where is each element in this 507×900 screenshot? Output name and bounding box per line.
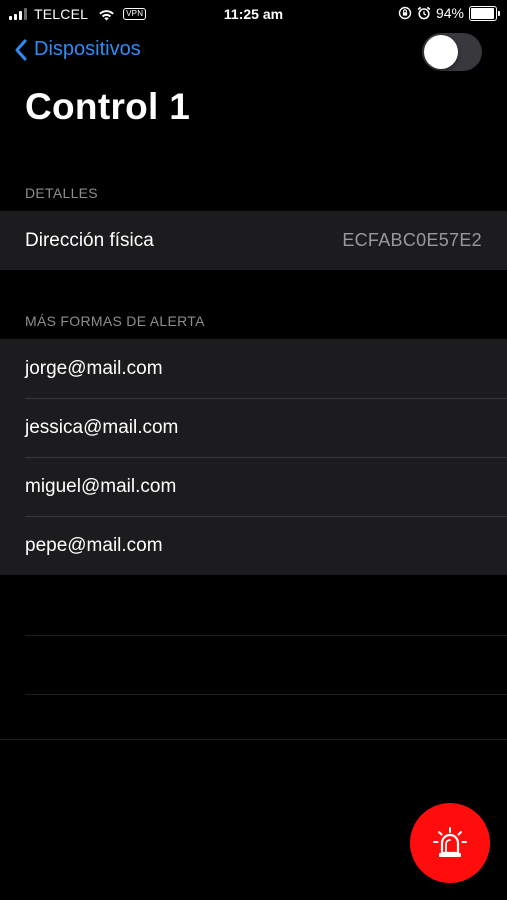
toggle-knob (424, 35, 458, 69)
battery-icon (469, 5, 500, 21)
alarm-clock-icon (417, 6, 431, 20)
physical-address-value: ECFABC0E57E2 (342, 230, 482, 250)
physical-address-label: Dirección física (25, 229, 154, 251)
empty-row-separator (0, 739, 507, 740)
email-row[interactable]: jorge@mail.com (0, 339, 507, 398)
alarm-button[interactable] (410, 803, 490, 883)
email-address: jorge@mail.com (25, 357, 163, 379)
alerts-group: jorge@mail.com jessica@mail.com miguel@m… (0, 339, 507, 575)
email-address: miguel@mail.com (25, 475, 177, 497)
back-button[interactable]: Dispositivos (14, 38, 141, 61)
empty-row-separator (25, 694, 507, 695)
battery-level (471, 7, 494, 19)
email-address: pepe@mail.com (25, 534, 163, 556)
details-group: Dirección física ECFABC0E57E2 (0, 211, 507, 270)
page-title: Control 1 (25, 86, 191, 127)
status-bar-right: 94% (398, 5, 500, 21)
orientation-lock-icon (398, 6, 412, 20)
status-bar: TELCEL VPN 11:25 am 94% (0, 0, 507, 28)
alerts-section-header: MÁS FORMAS DE ALERTA (25, 313, 205, 329)
email-row[interactable]: pepe@mail.com (0, 516, 507, 575)
details-section-header: DETALLES (25, 185, 98, 201)
empty-row-separator (25, 635, 507, 636)
device-toggle[interactable] (422, 33, 482, 71)
email-row[interactable]: jessica@mail.com (0, 398, 507, 457)
chevron-left-icon (15, 39, 27, 60)
email-address: jessica@mail.com (25, 416, 179, 438)
battery-percent: 94% (435, 5, 464, 21)
email-row[interactable]: miguel@mail.com (0, 457, 507, 516)
siren-icon (433, 827, 467, 857)
back-button-label: Dispositivos (34, 38, 141, 60)
physical-address-row: Dirección física ECFABC0E57E2 (0, 211, 507, 270)
